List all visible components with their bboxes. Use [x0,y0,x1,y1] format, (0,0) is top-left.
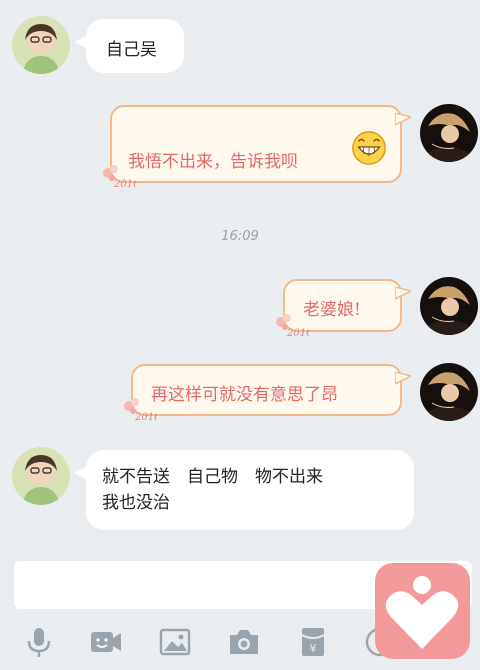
bubble-tail-icon [395,287,411,300]
message-text-line: 我也没治 [102,493,170,513]
emoji-video-icon[interactable] [89,625,123,659]
flower-decoration-icon: 2016 [276,314,309,339]
message-bubble[interactable]: 就不告送 自己物 物不出来 我也没治 [74,450,414,530]
bubble-tail-icon [395,372,411,385]
timestamp: 16:09 [221,229,259,244]
svg-text:¥: ¥ [310,642,317,655]
bubble-tail-icon [395,113,411,126]
avatar-boy[interactable] [420,277,478,335]
message-text: 再这样可就没有意思了昂 [151,385,338,405]
image-icon[interactable] [158,625,192,659]
message-bubble[interactable]: 老婆娘! 2016 [276,279,411,339]
svg-text:2016: 2016 [113,179,136,190]
message-bubble[interactable]: 再这样可就没有意思了昂 2016 [124,364,411,423]
heart-person-icon [385,576,459,649]
microphone-icon[interactable] [22,625,56,659]
svg-text:2016: 2016 [286,328,309,339]
avatar-boy[interactable] [420,363,478,421]
flower-decoration-icon: 2016 [124,398,157,423]
message-bubble[interactable]: 我悟不出来，告诉我呗 2016 [103,105,411,190]
message-text-line: 就不告送 自己物 物不出来 [102,467,323,487]
avatar-girl[interactable] [12,447,70,505]
camera-icon[interactable] [227,625,261,659]
message-text: 我悟不出来，告诉我呗 [128,152,298,172]
flower-decoration-icon: 2016 [103,165,136,190]
red-packet-icon[interactable]: ¥ [296,625,330,659]
floating-heart-widget[interactable] [375,563,470,659]
message-text: 老婆娘! [303,300,361,320]
laughing-emoji-icon [352,131,386,165]
svg-text:2016: 2016 [134,412,157,423]
message-bubble[interactable]: 自己吴 [74,19,184,73]
avatar-boy[interactable] [420,104,478,162]
message-text: 自己吴 [106,40,157,60]
avatar-girl[interactable] [12,16,70,74]
